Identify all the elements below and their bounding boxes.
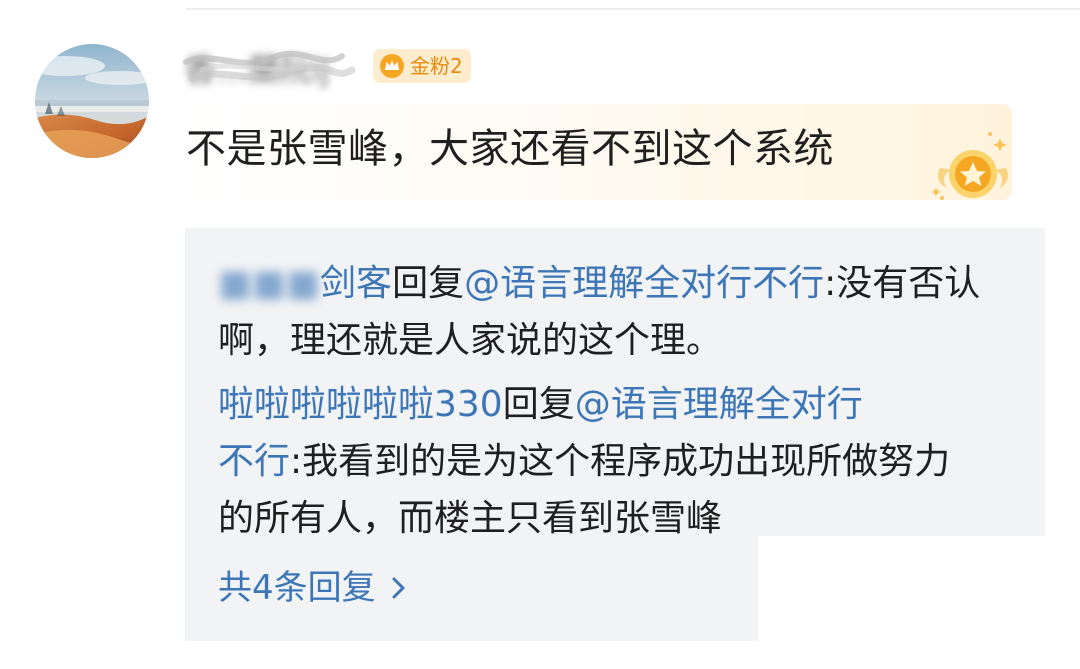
chevron-right-icon — [392, 577, 405, 599]
reply-2-verb: 回复 — [502, 384, 575, 425]
more-replies-label: 共4条回复 — [218, 568, 376, 608]
badge-label: 金粉2 — [410, 54, 463, 78]
gold-fan-medal-icon — [931, 132, 1008, 200]
white-patch — [758, 536, 1080, 669]
username[interactable]: 香…蘭阮ij — [182, 44, 362, 94]
reply-1-text: 没有否认 — [836, 263, 981, 304]
reply-1-line-2: 啊，理还就是人家说的这个理。 — [218, 320, 723, 361]
gold-fan-badge[interactable]: 金粉2 — [373, 49, 471, 83]
reply-1-line-1[interactable]: ■■■剑客回复@语言理解全对行不行:没有否认 — [218, 262, 980, 306]
reply-2-target[interactable]: @语言理解全对行 — [575, 384, 863, 425]
reply-2-line-1[interactable]: 啦啦啦啦啦啦330回复@语言理解全对行 — [218, 383, 863, 427]
reply-2-author[interactable]: 啦啦啦啦啦啦330 — [218, 384, 503, 425]
reply-1-colon: : — [824, 263, 837, 304]
comment-text[interactable]: 不是张雪峰，大家还看不到这个系统 — [186, 124, 834, 174]
redacted-name-segment: ■■■ — [218, 263, 321, 304]
crown-icon — [380, 54, 404, 78]
reply-2-colon: : — [290, 441, 303, 482]
reply-2-line-3: 的所有人，而楼主只看到张雪峰 — [218, 498, 723, 539]
redaction-scribble — [183, 50, 356, 82]
top-divider — [186, 8, 1080, 10]
avatar[interactable] — [35, 44, 149, 158]
reply-2-target-end[interactable]: 不行 — [218, 441, 290, 482]
reply-1-author[interactable]: 剑客 — [320, 263, 392, 304]
reply-2-text: 我看到的是为这个程序成功出现所做努力 — [302, 441, 951, 482]
more-replies-link[interactable]: 共4条回复 — [218, 566, 408, 610]
reply-1-verb: 回复 — [392, 263, 465, 304]
reply-2-line-2: 不行:我看到的是为这个程序成功出现所做努力 — [218, 440, 950, 484]
reply-1-target[interactable]: @语言理解全对行不行 — [464, 263, 824, 304]
